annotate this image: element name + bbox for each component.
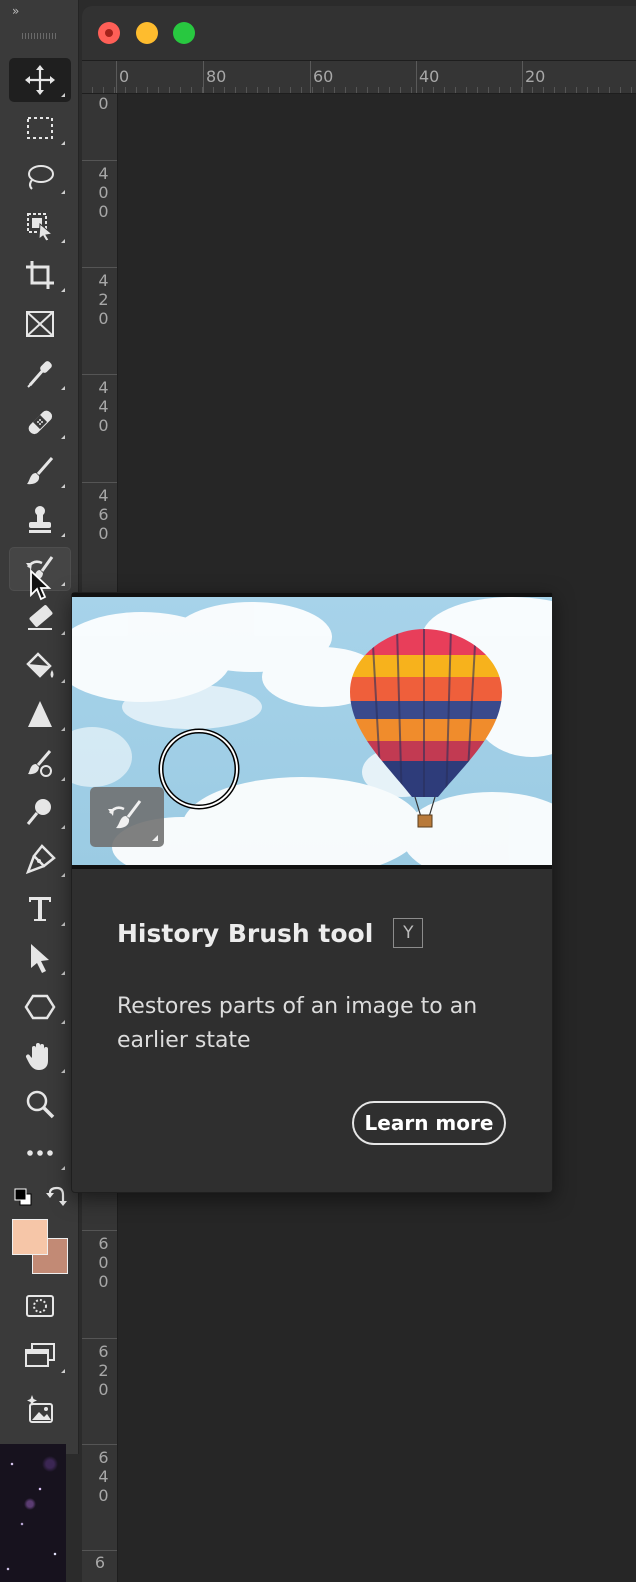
marquee-icon	[27, 117, 53, 139]
more-icon	[27, 1150, 53, 1156]
shape-tool[interactable]	[9, 985, 71, 1029]
frame-icon	[26, 311, 54, 337]
zoom-icon	[26, 1090, 55, 1119]
ruler-label: 40	[419, 67, 440, 86]
pen-icon	[25, 844, 56, 875]
mouse-cursor-icon	[30, 569, 52, 601]
ruler-label: 0	[119, 67, 130, 86]
tooltip-preview-image	[72, 593, 552, 869]
background-image-thumbnail	[0, 1444, 66, 1582]
eyedropper-icon	[27, 361, 52, 388]
crop-icon	[26, 261, 54, 289]
path-selection-tool[interactable]	[9, 936, 71, 980]
ruler-label: 80	[206, 67, 227, 86]
learn-more-button[interactable]: Learn more	[352, 1101, 506, 1145]
stamp-icon	[29, 506, 51, 533]
frame-tool[interactable]	[9, 302, 71, 346]
screen-mode-icon	[25, 1343, 55, 1367]
spot-healing-tool[interactable]	[9, 400, 71, 444]
blur-triangle-icon	[28, 701, 52, 727]
minimize-window-button[interactable]	[136, 22, 158, 44]
type-tool[interactable]	[9, 887, 71, 931]
horizontal-ruler[interactable]: 0 80 60 40 20	[82, 61, 636, 94]
blur-tool[interactable]	[9, 692, 71, 736]
eyedropper-tool[interactable]	[9, 351, 71, 395]
ruler-label: 0	[94, 94, 113, 113]
tool-tooltip: History Brush tool Y Restores parts of a…	[71, 592, 553, 1193]
panel-grip[interactable]	[22, 33, 58, 39]
ruler-label: 20	[525, 67, 546, 86]
arrow-icon	[31, 944, 49, 973]
object-selection-icon	[27, 213, 54, 242]
color-swatches	[9, 1183, 71, 1283]
eraser-icon	[28, 605, 53, 630]
dodge-icon	[26, 799, 51, 825]
sponge-tool[interactable]	[9, 742, 71, 786]
ruler-label: 420	[94, 271, 113, 328]
collapse-panel-button[interactable]: »	[12, 4, 19, 18]
clone-stamp-tool[interactable]	[9, 498, 71, 542]
move-icon	[25, 65, 55, 95]
hexagon-icon	[24, 994, 56, 1020]
pen-tool[interactable]	[9, 838, 71, 882]
type-icon	[29, 897, 51, 921]
object-selection-tool[interactable]	[9, 204, 71, 248]
hand-icon	[25, 1043, 48, 1070]
generative-fill-button[interactable]	[9, 1388, 71, 1432]
foreground-color-swatch[interactable]	[12, 1219, 48, 1255]
shortcut-key-badge: Y	[393, 918, 424, 948]
tooltip-title: History Brush tool	[117, 918, 374, 948]
dodge-tool[interactable]	[9, 790, 71, 834]
ruler-label: 60	[313, 67, 334, 86]
crop-tool[interactable]	[9, 253, 71, 297]
lasso-icon	[28, 165, 54, 190]
balloon-sky-illustration	[72, 597, 552, 865]
tooltip-description: Restores parts of an image to an earlier…	[117, 994, 478, 1053]
swap-colors-icon[interactable]	[45, 1185, 69, 1207]
paint-bucket-icon	[26, 652, 54, 678]
move-tool[interactable]	[9, 58, 71, 102]
sponge-icon	[28, 750, 52, 777]
ruler-label: 600	[94, 1234, 113, 1291]
ruler-label: 6	[94, 1553, 106, 1572]
paint-bucket-tool[interactable]	[9, 644, 71, 688]
lasso-tool[interactable]	[9, 155, 71, 199]
brush-tool[interactable]	[9, 449, 71, 493]
default-colors-icon[interactable]	[13, 1187, 33, 1207]
screen-mode-button[interactable]	[9, 1334, 71, 1378]
hand-tool[interactable]	[9, 1034, 71, 1078]
ruler-label: 620	[94, 1342, 113, 1399]
ruler-label: 640	[94, 1448, 113, 1505]
tooltip-header: History Brush tool Y	[117, 918, 424, 948]
window-titlebar	[82, 6, 636, 61]
ruler-label: 400	[94, 164, 113, 221]
tools-panel: »	[0, 0, 79, 1454]
quick-mask-icon	[26, 1295, 54, 1317]
maximize-window-button[interactable]	[173, 22, 195, 44]
quick-mask-button[interactable]	[9, 1284, 71, 1328]
zoom-tool[interactable]	[9, 1082, 71, 1126]
edit-toolbar-button[interactable]	[9, 1131, 71, 1175]
rectangular-marquee-tool[interactable]	[9, 106, 71, 150]
ruler-label: 460	[94, 486, 113, 543]
bandage-icon	[28, 410, 53, 435]
close-window-button[interactable]	[98, 22, 120, 44]
ruler-label: 440	[94, 378, 113, 435]
sparkle-image-icon	[27, 1395, 53, 1423]
brush-icon	[27, 457, 54, 485]
